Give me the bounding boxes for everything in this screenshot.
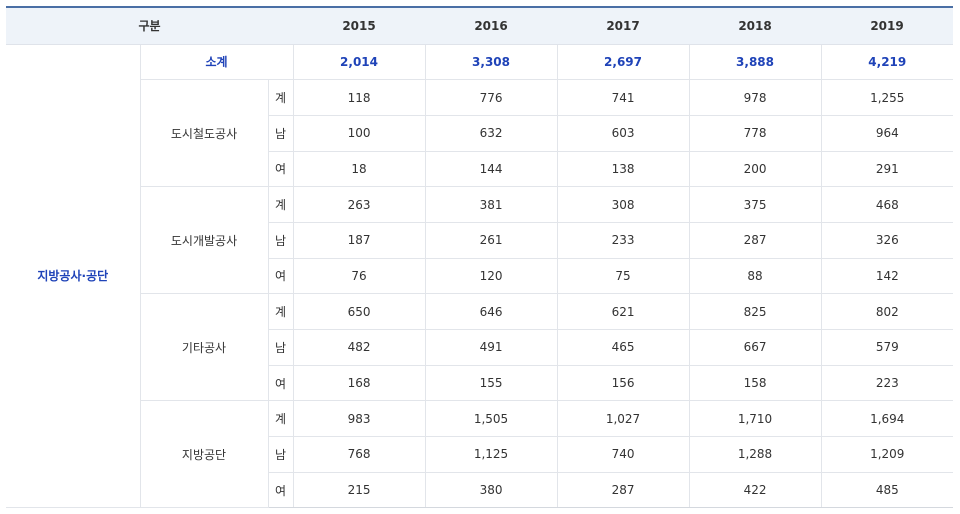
header-year: 2016 — [425, 6, 558, 45]
value-cell: 156 — [556, 364, 690, 402]
value-cell: 380 — [424, 471, 558, 509]
value-cell: 1,694 — [820, 400, 954, 438]
category-label: 기타공사 — [139, 293, 269, 402]
value-cell: 579 — [820, 329, 954, 366]
value-cell: 741 — [556, 79, 690, 116]
value-cell: 263 — [292, 186, 426, 223]
row-type-label: 계 — [267, 186, 294, 223]
value-cell: 88 — [688, 257, 822, 295]
value-cell: 200 — [688, 150, 822, 188]
table-body: 지방공사·공단 소계 2,014 3,308 2,697 3,888 4,219… — [6, 43, 954, 509]
value-cell: 1,209 — [820, 436, 954, 473]
value-cell: 168 — [292, 364, 426, 402]
value-cell: 802 — [820, 293, 954, 330]
header-year: 2017 — [557, 6, 690, 45]
value-cell: 465 — [556, 329, 690, 366]
value-cell: 287 — [556, 471, 690, 509]
value-cell: 485 — [820, 471, 954, 509]
value-cell: 825 — [688, 293, 822, 330]
value-cell: 144 — [424, 150, 558, 188]
statistics-table-container: 구분 2015 2016 2017 2018 2019 지방공사·공단 소계 2… — [6, 6, 954, 509]
value-cell: 1,125 — [424, 436, 558, 473]
header-year: 2015 — [293, 6, 426, 45]
row-type-label: 여 — [267, 150, 294, 188]
value-cell: 978 — [688, 79, 822, 116]
value-cell: 768 — [292, 436, 426, 473]
value-cell: 603 — [556, 114, 690, 152]
value-cell: 1,710 — [688, 400, 822, 438]
row-type-label: 여 — [267, 257, 294, 295]
value-cell: 1,505 — [424, 400, 558, 438]
subtotal-value: 3,888 — [688, 43, 822, 81]
value-cell: 287 — [688, 221, 822, 259]
category-label: 도시철도공사 — [139, 79, 269, 188]
value-cell: 76 — [292, 257, 426, 295]
row-type-label: 남 — [267, 221, 294, 259]
value-cell: 326 — [820, 221, 954, 259]
value-cell: 1,288 — [688, 436, 822, 473]
subtotal-value: 2,697 — [556, 43, 690, 81]
value-cell: 155 — [424, 364, 558, 402]
value-cell: 776 — [424, 79, 558, 116]
table-row: 도시개발공사 계 263 381 308 375 468 — [6, 186, 954, 295]
subtotal-value: 3,308 — [424, 43, 558, 81]
value-cell: 75 — [556, 257, 690, 295]
subtotal-label: 소계 — [139, 43, 294, 81]
value-cell: 233 — [556, 221, 690, 259]
row-type-label: 남 — [267, 436, 294, 473]
value-cell: 491 — [424, 329, 558, 366]
value-cell: 138 — [556, 150, 690, 188]
table-row: 지방공단 계 983 1,505 1,027 1,710 1,694 — [6, 400, 954, 509]
table-row: 도시철도공사 계 118 776 741 978 1,255 — [6, 79, 954, 188]
category-label: 지방공단 — [139, 400, 269, 509]
header-category: 구분 — [6, 6, 294, 45]
row-type-label: 계 — [267, 293, 294, 330]
header-year: 2019 — [821, 6, 954, 45]
row-type-label: 여 — [267, 364, 294, 402]
value-cell: 964 — [820, 114, 954, 152]
value-cell: 983 — [292, 400, 426, 438]
value-cell: 646 — [424, 293, 558, 330]
header-row: 구분 2015 2016 2017 2018 2019 — [6, 6, 954, 45]
value-cell: 120 — [424, 257, 558, 295]
value-cell: 291 — [820, 150, 954, 188]
table-row: 기타공사 계 650 646 621 825 802 — [6, 293, 954, 402]
value-cell: 381 — [424, 186, 558, 223]
value-cell: 261 — [424, 221, 558, 259]
value-cell: 308 — [556, 186, 690, 223]
subtotal-value: 2,014 — [292, 43, 426, 81]
category-label: 도시개발공사 — [139, 186, 269, 295]
value-cell: 223 — [820, 364, 954, 402]
value-cell: 422 — [688, 471, 822, 509]
value-cell: 142 — [820, 257, 954, 295]
value-cell: 482 — [292, 329, 426, 366]
header-year: 2018 — [689, 6, 822, 45]
row-type-label: 계 — [267, 400, 294, 438]
group-label: 지방공사·공단 — [6, 43, 141, 509]
value-cell: 215 — [292, 471, 426, 509]
value-cell: 468 — [820, 186, 954, 223]
row-type-label: 남 — [267, 114, 294, 152]
value-cell: 778 — [688, 114, 822, 152]
row-type-label: 남 — [267, 329, 294, 366]
value-cell: 621 — [556, 293, 690, 330]
row-type-label: 계 — [267, 79, 294, 116]
statistics-table: 구분 2015 2016 2017 2018 2019 지방공사·공단 소계 2… — [6, 6, 954, 509]
value-cell: 1,027 — [556, 400, 690, 438]
value-cell: 18 — [292, 150, 426, 188]
value-cell: 187 — [292, 221, 426, 259]
value-cell: 667 — [688, 329, 822, 366]
subtotal-row: 지방공사·공단 소계 2,014 3,308 2,697 3,888 4,219 — [6, 43, 954, 509]
subtotal-value: 4,219 — [820, 43, 954, 81]
value-cell: 650 — [292, 293, 426, 330]
value-cell: 100 — [292, 114, 426, 152]
value-cell: 740 — [556, 436, 690, 473]
value-cell: 1,255 — [820, 79, 954, 116]
value-cell: 118 — [292, 79, 426, 116]
value-cell: 158 — [688, 364, 822, 402]
value-cell: 632 — [424, 114, 558, 152]
value-cell: 375 — [688, 186, 822, 223]
row-type-label: 여 — [267, 471, 294, 509]
